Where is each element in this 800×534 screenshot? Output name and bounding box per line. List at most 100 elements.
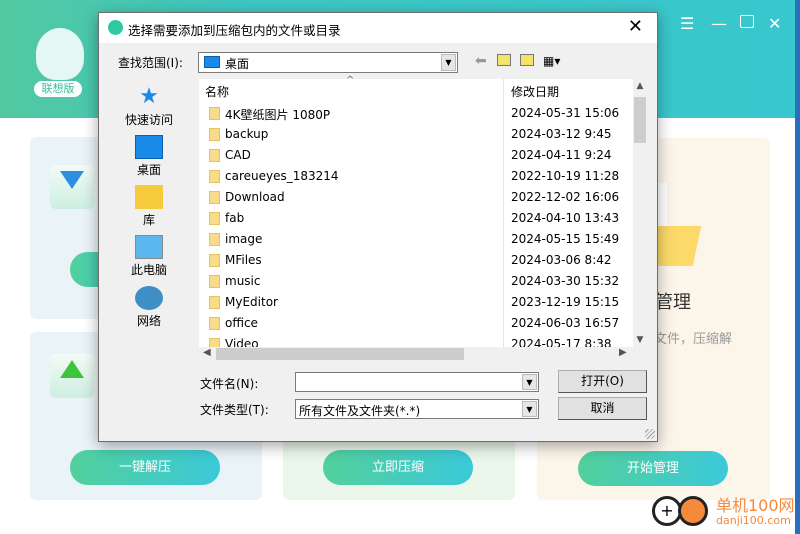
place-desktop[interactable]: 桌面 [107,135,191,178]
file-date: 2024-03-30 15:32 [511,274,620,288]
folder-icon [209,212,220,225]
file-dialog: 选择需要添加到压缩包内的文件或目录 ✕ 查找范围(I): 桌面 ▼ ⬅ ▦▾ ★… [98,12,658,442]
file-date: 2024-05-31 15:06 [511,106,620,120]
look-in-combo[interactable]: 桌面 ▼ [198,52,458,73]
place-network[interactable]: 网络 [107,286,191,329]
chevron-down-icon[interactable]: ▼ [522,374,537,390]
scroll-down-icon[interactable]: ▼ [633,335,647,345]
compress-button[interactable]: 立即压缩 [323,450,473,485]
file-date: 2024-03-06 8:42 [511,253,612,267]
upload-arrow-icon [50,354,94,398]
desktop-icon [204,56,220,68]
resize-grip-icon[interactable] [645,429,655,439]
file-row[interactable]: backup 2024-03-12 9:45 [199,124,633,145]
manage-title: 管理 [655,292,691,313]
desktop-icon [135,135,163,159]
watermark-text: 单机100网 [716,496,795,515]
file-row[interactable]: image 2024-05-15 15:49 [199,229,633,250]
file-name: careueyes_183214 [225,169,339,183]
chevron-down-icon[interactable]: ▼ [522,401,537,417]
filename-label: 文件名(N): [200,377,259,391]
view-menu-icon[interactable]: ▦▾ [543,54,560,68]
library-icon [135,185,163,209]
up-folder-icon[interactable] [497,54,511,66]
folder-icon [209,170,220,183]
watermark-logo: + 单机100网 danji100.com [650,490,800,534]
scroll-thumb[interactable] [634,97,646,143]
horizontal-scrollbar[interactable]: ◀ ▶ [199,347,647,361]
file-name: image [225,232,263,246]
folder-icon [209,233,220,246]
watermark-url: danji100.com [716,514,791,527]
folder-icon [209,317,220,330]
file-list[interactable]: 名称 ^ 修改日期 4K壁纸图片 1080P 2024-05-31 15:06 ba… [199,75,647,361]
filetype-label: 文件类型(T): [200,403,269,417]
file-date: 2024-05-15 15:49 [511,232,620,246]
column-header-name[interactable]: 名称 [205,81,229,103]
file-row[interactable]: MFiles 2024-03-06 8:42 [199,250,633,271]
back-icon[interactable]: ⬅ [475,53,487,69]
file-row[interactable]: 4K壁纸图片 1080P 2024-05-31 15:06 [199,103,633,124]
manage-button[interactable]: 开始管理 [578,451,728,486]
maximize-icon[interactable] [740,15,754,28]
download-arrow-icon [50,165,94,209]
file-name: fab [225,211,245,225]
file-name: CAD [225,148,251,162]
look-in-label: 查找范围(I): [118,56,183,70]
folder-icon [209,254,220,267]
chevron-down-icon[interactable]: ▼ [441,54,456,71]
file-row[interactable]: music 2024-03-30 15:32 [199,271,633,292]
place-quick-access[interactable]: ★ 快速访问 [107,85,191,128]
filetype-select[interactable]: 所有文件及文件夹(*.*) ▼ [295,399,539,419]
menu-icon[interactable]: ☰ [680,14,694,33]
star-icon: ★ [139,84,159,109]
file-date: 2022-10-19 11:28 [511,169,620,183]
dialog-title: 选择需要添加到压缩包内的文件或目录 [128,23,341,38]
extract-button[interactable]: 一键解压 [70,450,220,485]
folder-icon [209,296,220,309]
scroll-left-icon[interactable]: ◀ [203,347,211,358]
folder-icon [209,149,220,162]
file-name: music [225,274,261,288]
file-row[interactable]: Download 2022-12-02 16:06 [199,187,633,208]
folder-icon [209,107,220,120]
new-folder-icon[interactable] [520,54,534,66]
file-date: 2024-06-03 16:57 [511,316,620,330]
app-icon [108,20,123,35]
column-header-date[interactable]: 修改日期 [511,81,559,103]
folder-icon [209,128,220,141]
folder-icon [209,191,220,204]
scroll-right-icon[interactable]: ▶ [619,347,627,358]
cancel-button[interactable]: 取消 [558,397,647,420]
folder-icon [209,275,220,288]
filename-input[interactable]: ▼ [295,372,539,392]
file-date: 2023-12-19 15:15 [511,295,620,309]
network-icon [135,286,163,310]
file-row[interactable]: MyEditor 2023-12-19 15:15 [199,292,633,313]
file-row[interactable]: office 2024-06-03 16:57 [199,313,633,334]
file-name: office [225,316,258,330]
open-button[interactable]: 打开(O) [558,370,647,393]
close-icon[interactable]: ✕ [768,14,781,33]
file-row[interactable]: CAD 2024-04-11 9:24 [199,145,633,166]
hscroll-thumb[interactable] [216,348,464,360]
computer-icon [135,235,163,259]
sort-ascending-icon: ^ [346,75,355,86]
file-name: backup [225,127,269,141]
dialog-titlebar: 选择需要添加到压缩包内的文件或目录 ✕ [99,13,657,43]
file-date: 2024-03-12 9:45 [511,127,612,141]
file-date: 2024-04-10 13:43 [511,211,620,225]
vertical-scrollbar[interactable]: ▲ ▼ [633,79,647,347]
minimize-icon[interactable]: — [711,14,727,33]
scroll-up-icon[interactable]: ▲ [633,81,647,91]
manage-desc: 文件，压缩解 [654,332,733,347]
file-row[interactable]: fab 2024-04-10 13:43 [199,208,633,229]
dialog-close-icon[interactable]: ✕ [628,16,643,37]
app-logo: 联想版 [30,28,88,98]
file-name: 4K壁纸图片 1080P [225,108,331,122]
file-row[interactable]: careueyes_183214 2022-10-19 11:28 [199,166,633,187]
place-this-pc[interactable]: 此电脑 [107,235,191,278]
place-library[interactable]: 库 [107,185,191,228]
file-date: 2024-04-11 9:24 [511,148,612,162]
file-name: MyEditor [225,295,278,309]
